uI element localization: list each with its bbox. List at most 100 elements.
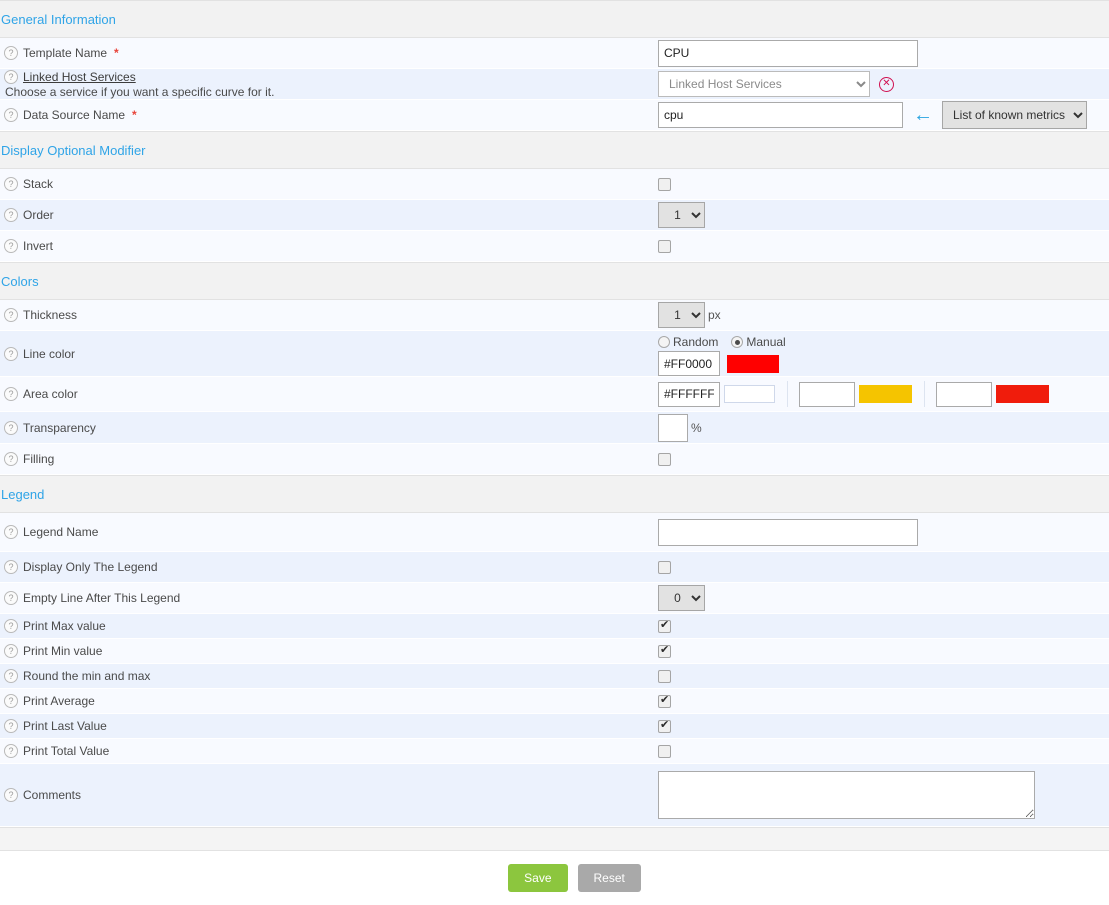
label-cell-data-source-name: ? Data Source Name * bbox=[0, 108, 658, 122]
line-color-picker-row bbox=[658, 351, 779, 376]
template-name-input[interactable] bbox=[658, 40, 918, 67]
row-area-color: ? Area color bbox=[0, 377, 1109, 412]
help-icon[interactable]: ? bbox=[4, 644, 18, 658]
label-data-source-name: Data Source Name bbox=[23, 108, 125, 122]
arrow-left-icon[interactable]: ← bbox=[913, 107, 933, 123]
stack-checkbox[interactable] bbox=[658, 178, 671, 191]
round-the-min-and-max-checkbox[interactable] bbox=[658, 670, 671, 683]
help-icon[interactable]: ? bbox=[4, 560, 18, 574]
field-cell-transparency: % bbox=[658, 413, 1109, 443]
graph-template-form: General Information ? Template Name * ? … bbox=[0, 0, 1109, 905]
label-area-color: Area color bbox=[23, 387, 78, 401]
help-icon[interactable]: ? bbox=[4, 525, 18, 539]
label-order: Order bbox=[23, 208, 54, 222]
field-cell-template-name bbox=[658, 38, 1109, 68]
field-cell-print-average bbox=[658, 689, 1109, 713]
help-icon[interactable]: ? bbox=[4, 387, 18, 401]
area-color-swatch-3[interactable] bbox=[996, 385, 1049, 403]
label-line-color: Line color bbox=[23, 347, 75, 361]
area-color-hex-input-3[interactable] bbox=[936, 382, 992, 407]
help-icon[interactable]: ? bbox=[4, 719, 18, 733]
label-transparency: Transparency bbox=[23, 421, 96, 435]
row-empty-line-after-this-legend: ? Empty Line After This Legend 0 bbox=[0, 583, 1109, 614]
section-title-general: General Information bbox=[0, 12, 116, 27]
linked-host-services-select[interactable]: Linked Host Services bbox=[658, 71, 870, 97]
help-icon[interactable]: ? bbox=[4, 347, 18, 361]
required-marker: * bbox=[114, 46, 119, 60]
field-cell-comments bbox=[658, 764, 1109, 826]
section-title-modifier: Display Optional Modifier bbox=[0, 143, 146, 158]
footer-divider bbox=[0, 827, 1109, 851]
row-print-total-value: ? Print Total Value bbox=[0, 739, 1109, 764]
legend-name-input[interactable] bbox=[658, 519, 918, 546]
field-cell-legend-name bbox=[658, 517, 1109, 547]
help-icon[interactable]: ? bbox=[4, 239, 18, 253]
comments-textarea[interactable] bbox=[658, 771, 1035, 819]
label-cell-thickness: ? Thickness bbox=[0, 308, 658, 322]
help-icon[interactable]: ? bbox=[4, 591, 18, 605]
help-icon[interactable]: ? bbox=[4, 46, 18, 60]
row-data-source-name: ? Data Source Name * ← List of known met… bbox=[0, 100, 1109, 131]
help-icon[interactable]: ? bbox=[4, 70, 18, 84]
field-cell-round-the-min-and-max bbox=[658, 664, 1109, 688]
label-display-only-the-legend: Display Only The Legend bbox=[23, 560, 158, 574]
help-icon[interactable]: ? bbox=[4, 788, 18, 802]
help-icon[interactable]: ? bbox=[4, 308, 18, 322]
order-select[interactable]: 1 bbox=[658, 202, 705, 228]
line-color-manual-label: Manual bbox=[746, 335, 785, 349]
label-empty-line-after-this-legend: Empty Line After This Legend bbox=[23, 591, 180, 605]
help-icon[interactable]: ? bbox=[4, 208, 18, 222]
help-icon[interactable]: ? bbox=[4, 669, 18, 683]
known-metrics-select[interactable]: List of known metrics bbox=[942, 101, 1087, 129]
area-color-swatch-1[interactable] bbox=[724, 385, 775, 403]
label-print-total-value: Print Total Value bbox=[23, 744, 109, 758]
print-min-value-checkbox[interactable] bbox=[658, 645, 671, 658]
line-color-random-label: Random bbox=[673, 335, 718, 349]
print-average-checkbox[interactable] bbox=[658, 695, 671, 708]
label-cell-print-average: ? Print Average bbox=[0, 694, 658, 708]
label-cell-stack: ? Stack bbox=[0, 177, 658, 191]
line-color-manual-radio[interactable] bbox=[731, 336, 743, 348]
data-source-name-input[interactable] bbox=[658, 102, 903, 128]
help-icon[interactable]: ? bbox=[4, 694, 18, 708]
row-print-min-value: ? Print Min value bbox=[0, 639, 1109, 664]
label-legend-name: Legend Name bbox=[23, 525, 98, 539]
line-color-random-radio[interactable] bbox=[658, 336, 670, 348]
row-template-name: ? Template Name * bbox=[0, 38, 1109, 69]
empty-line-select[interactable]: 0 bbox=[658, 585, 705, 611]
print-total-value-checkbox[interactable] bbox=[658, 745, 671, 758]
reset-button[interactable]: Reset bbox=[578, 864, 641, 892]
print-last-value-checkbox[interactable] bbox=[658, 720, 671, 733]
label-linked-host-services[interactable]: Linked Host Services bbox=[23, 70, 136, 84]
help-icon[interactable]: ? bbox=[4, 108, 18, 122]
help-icon[interactable]: ? bbox=[4, 421, 18, 435]
transparency-input[interactable] bbox=[658, 414, 688, 442]
area-color-hex-input-1[interactable] bbox=[658, 382, 720, 407]
row-invert: ? Invert bbox=[0, 231, 1109, 262]
row-legend-name: ? Legend Name bbox=[0, 513, 1109, 552]
field-cell-linked-host-services: Linked Host Services ✕ bbox=[658, 69, 1109, 99]
label-cell-empty-line-after-this-legend: ? Empty Line After This Legend bbox=[0, 591, 658, 605]
help-icon[interactable]: ? bbox=[4, 619, 18, 633]
area-color-hex-input-2[interactable] bbox=[799, 382, 855, 407]
filling-checkbox[interactable] bbox=[658, 453, 671, 466]
line-color-hex-input[interactable] bbox=[658, 351, 720, 376]
row-transparency: ? Transparency % bbox=[0, 412, 1109, 444]
label-comments: Comments bbox=[23, 788, 81, 802]
field-cell-thickness: 1 px bbox=[658, 300, 1109, 330]
row-stack: ? Stack bbox=[0, 169, 1109, 200]
area-color-swatch-2[interactable] bbox=[859, 385, 912, 403]
line-color-swatch[interactable] bbox=[727, 355, 779, 373]
print-max-value-checkbox[interactable] bbox=[658, 620, 671, 633]
delete-icon[interactable]: ✕ bbox=[879, 77, 894, 92]
invert-checkbox[interactable] bbox=[658, 240, 671, 253]
row-print-max-value: ? Print Max value bbox=[0, 614, 1109, 639]
help-icon[interactable]: ? bbox=[4, 177, 18, 191]
label-cell-print-last-value: ? Print Last Value bbox=[0, 719, 658, 733]
save-button[interactable]: Save bbox=[508, 864, 567, 892]
help-icon[interactable]: ? bbox=[4, 744, 18, 758]
field-cell-stack bbox=[658, 169, 1109, 199]
help-icon[interactable]: ? bbox=[4, 452, 18, 466]
display-only-the-legend-checkbox[interactable] bbox=[658, 561, 671, 574]
thickness-select[interactable]: 1 bbox=[658, 302, 705, 328]
